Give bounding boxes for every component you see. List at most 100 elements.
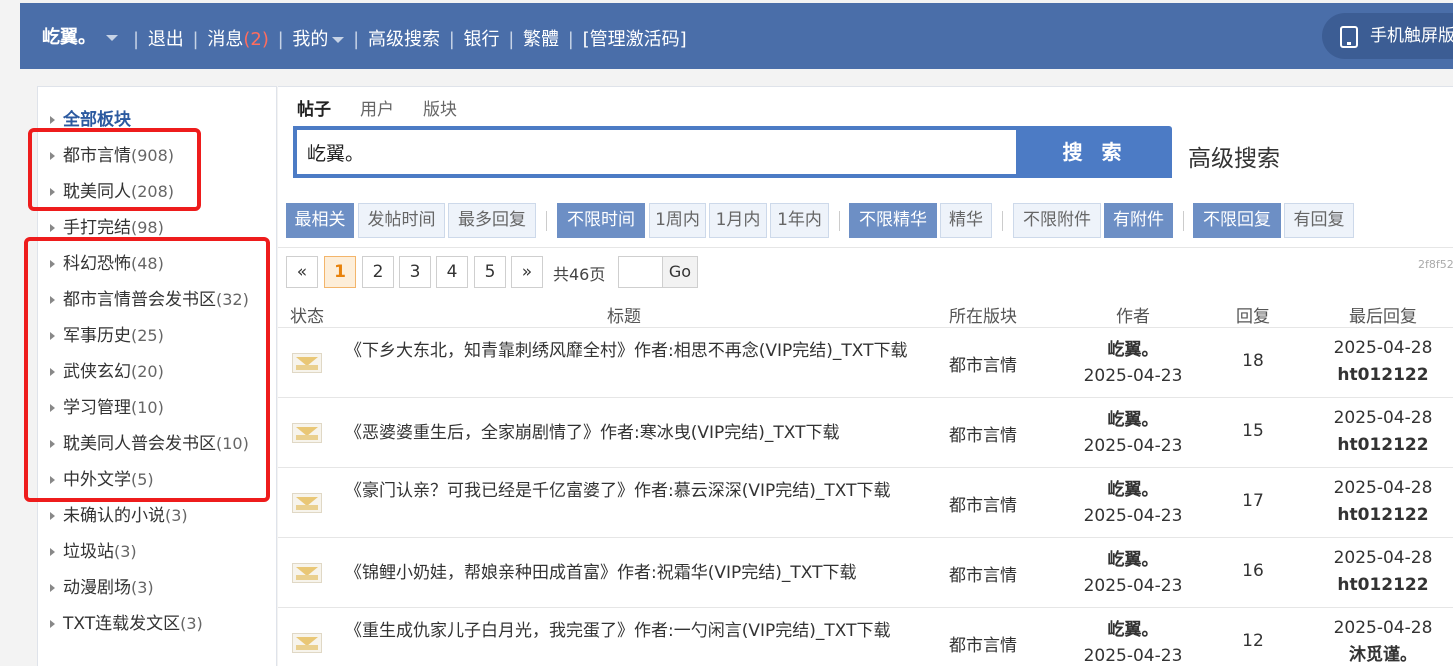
bank-link[interactable]: 银行 bbox=[464, 29, 500, 50]
thread-title-link[interactable]: 《豪门认亲？可我已经是千亿富婆了》作者:慕云深深(VIP完结)_TXT下载 bbox=[345, 479, 910, 503]
sidebar-item-trash[interactable]: 垃圾站(3) bbox=[38, 537, 276, 567]
last-reply-user-link[interactable]: ht012122 bbox=[1308, 502, 1453, 529]
sidebar-item-scifi-horror[interactable]: 科幻恐怖(48) bbox=[38, 249, 276, 279]
sidebar-item-study-management[interactable]: 学习管理(10) bbox=[38, 393, 276, 423]
advanced-search-link[interactable]: 高级搜索 bbox=[1188, 139, 1280, 173]
sidebar-item-count: (3) bbox=[114, 542, 137, 561]
mobile-version-button[interactable]: 手机触屏版 bbox=[1322, 13, 1453, 59]
username-menu[interactable]: 屹翼。 bbox=[42, 23, 118, 49]
sidebar-item-count: (20) bbox=[131, 362, 164, 381]
last-reply-user-link[interactable]: ht012122 bbox=[1308, 572, 1453, 599]
post-date: 2025-04-23 bbox=[1083, 436, 1183, 456]
manage-activation-code-link[interactable]: [管理激活码] bbox=[583, 29, 687, 50]
reply-count: 16 bbox=[1242, 561, 1264, 581]
filter-any-attachment[interactable]: 不限附件 bbox=[1013, 203, 1101, 238]
column-header-forum: 所在版块 bbox=[949, 307, 1017, 327]
filter-most-replies[interactable]: 最多回复 bbox=[448, 203, 536, 238]
search-input[interactable] bbox=[297, 130, 1016, 174]
divider: | bbox=[133, 29, 140, 50]
sidebar-item-wuxia-fantasy[interactable]: 武侠玄幻(20) bbox=[38, 357, 276, 387]
last-reply-user-link[interactable]: ht012122 bbox=[1308, 362, 1453, 389]
pagination-page-5[interactable]: 5 bbox=[474, 256, 506, 288]
filter-digest[interactable]: 精华 bbox=[940, 203, 992, 238]
pagination-next[interactable]: » bbox=[511, 256, 543, 288]
pagination-page-1[interactable]: 1 bbox=[324, 256, 356, 288]
post-date: 2025-04-23 bbox=[1083, 576, 1183, 596]
author-link[interactable]: 屹翼。 bbox=[1063, 337, 1203, 363]
divider: | bbox=[277, 29, 284, 50]
sidebar-item-world-literature[interactable]: 中外文学(5) bbox=[38, 465, 276, 495]
divider: | bbox=[567, 29, 574, 50]
logout-link[interactable]: 退出 bbox=[148, 29, 184, 50]
author-link[interactable]: 屹翼。 bbox=[1063, 407, 1203, 433]
page-jump-input[interactable] bbox=[618, 256, 663, 288]
thread-author: 屹翼。 2025-04-23 bbox=[1063, 547, 1203, 599]
divider bbox=[278, 247, 1453, 248]
last-reply: 2025-04-28 沐觅谨。 bbox=[1308, 615, 1453, 666]
thread-title-link[interactable]: 《恶婆婆重生后，全家崩剧情了》作者:寒冰曳(VIP完结)_TXT下载 bbox=[345, 421, 910, 445]
author-link[interactable]: 屹翼。 bbox=[1063, 477, 1203, 503]
sidebar-item-all[interactable]: 全部板块 bbox=[38, 105, 276, 135]
search-box bbox=[293, 126, 1020, 178]
reply-count: 12 bbox=[1242, 631, 1264, 651]
pagination-page-4[interactable]: 4 bbox=[436, 256, 468, 288]
filter-1-month[interactable]: 1月内 bbox=[709, 203, 767, 238]
traditional-chinese-link[interactable]: 繁體 bbox=[523, 29, 559, 50]
author-link[interactable]: 屹翼。 bbox=[1063, 547, 1203, 573]
filter-post-time[interactable]: 发帖时间 bbox=[358, 203, 445, 238]
author-link[interactable]: 屹翼。 bbox=[1063, 617, 1203, 643]
thread-forum-link[interactable]: 都市言情 bbox=[928, 351, 1038, 376]
filter-1-week[interactable]: 1周内 bbox=[649, 203, 706, 238]
thread-forum-link[interactable]: 都市言情 bbox=[928, 421, 1038, 446]
advanced-search-link[interactable]: 高级搜索 bbox=[368, 29, 440, 50]
sidebar-item-bl-fanfic-member[interactable]: 耽美同人普会发书区(10) bbox=[38, 429, 276, 459]
filter-any-time[interactable]: 不限时间 bbox=[557, 203, 645, 238]
sidebar-item-count: (208) bbox=[131, 182, 175, 201]
thread-forum-link[interactable]: 都市言情 bbox=[928, 631, 1038, 656]
thread-forum-link[interactable]: 都市言情 bbox=[928, 561, 1038, 586]
tab-forums[interactable]: 版块 bbox=[423, 95, 457, 120]
page-jump-go-button[interactable]: Go bbox=[662, 256, 698, 288]
sidebar-item-anime-theater[interactable]: 动漫剧场(3) bbox=[38, 573, 276, 603]
table-row: 《恶婆婆重生后，全家崩剧情了》作者:寒冰曳(VIP完结)_TXT下载 都市言情 … bbox=[278, 398, 1453, 468]
sidebar-item-label: 耽美同人 bbox=[63, 182, 131, 202]
table-row: 《重生成仇家儿子白月光，我完蛋了》作者:一勺闲言(VIP完结)_TXT下载 都市… bbox=[278, 608, 1453, 666]
filter-any-replies[interactable]: 不限回复 bbox=[1193, 203, 1281, 238]
tab-posts[interactable]: 帖子 bbox=[297, 95, 331, 120]
sidebar-item-hand-typed-complete[interactable]: 手打完结(98) bbox=[38, 213, 276, 243]
thread-title-link[interactable]: 《重生成仇家儿子白月光，我完蛋了》作者:一勺闲言(VIP完结)_TXT下载 bbox=[345, 619, 910, 643]
sidebar-item-urban-romance-member[interactable]: 都市言情普会发书区(32) bbox=[38, 285, 276, 315]
divider: | bbox=[192, 29, 199, 50]
sidebar-item-txt-serial[interactable]: TXT连载发文区(3) bbox=[38, 609, 276, 639]
sidebar-item-count: (3) bbox=[165, 506, 188, 525]
thread-title-link[interactable]: 《锦鲤小奶娃，帮娘亲种田成首富》作者:祝霜华(VIP完结)_TXT下载 bbox=[345, 561, 910, 585]
sidebar-item-military-history[interactable]: 军事历史(25) bbox=[38, 321, 276, 351]
sidebar-item-bl-fanfic[interactable]: 耽美同人(208) bbox=[38, 177, 276, 207]
messages-link[interactable]: 消息(2) bbox=[207, 29, 269, 50]
thread-author: 屹翼。 2025-04-23 bbox=[1063, 337, 1203, 389]
thread-author: 屹翼。 2025-04-23 bbox=[1063, 477, 1203, 529]
my-menu-link[interactable]: 我的 bbox=[292, 29, 345, 50]
tab-users[interactable]: 用户 bbox=[360, 95, 394, 120]
filter-has-replies[interactable]: 有回复 bbox=[1284, 203, 1354, 238]
pagination-prev[interactable]: « bbox=[286, 256, 318, 288]
filter-any-digest[interactable]: 不限精华 bbox=[849, 203, 937, 238]
divider bbox=[1002, 211, 1003, 231]
last-reply-user-link[interactable]: ht012122 bbox=[1308, 432, 1453, 459]
thread-title-link[interactable]: 《下乡大东北，知青靠刺绣风靡全村》作者:相思不再念(VIP完结)_TXT下载 bbox=[345, 339, 910, 363]
pagination-page-3[interactable]: 3 bbox=[399, 256, 431, 288]
sidebar-item-urban-romance[interactable]: 都市言情(908) bbox=[38, 141, 276, 171]
search-button[interactable]: 搜 索 bbox=[1018, 126, 1172, 178]
last-reply: 2025-04-28 ht012122 bbox=[1308, 335, 1453, 389]
filter-most-relevant[interactable]: 最相关 bbox=[286, 203, 354, 238]
thread-forum-link[interactable]: 都市言情 bbox=[928, 491, 1038, 516]
sidebar-item-label: 动漫剧场 bbox=[63, 578, 131, 598]
pagination-page-2[interactable]: 2 bbox=[362, 256, 394, 288]
filter-has-attachment[interactable]: 有附件 bbox=[1104, 203, 1173, 238]
last-reply-user-link[interactable]: 沐觅谨。 bbox=[1308, 642, 1453, 666]
filter-1-year[interactable]: 1年内 bbox=[770, 203, 829, 238]
sidebar-item-unconfirmed-novels[interactable]: 未确认的小说(3) bbox=[38, 501, 276, 531]
sidebar-item-label: 都市言情 bbox=[63, 146, 131, 166]
column-header-title: 标题 bbox=[607, 307, 641, 327]
table-row: 《锦鲤小奶娃，帮娘亲种田成首富》作者:祝霜华(VIP完结)_TXT下载 都市言情… bbox=[278, 538, 1453, 608]
